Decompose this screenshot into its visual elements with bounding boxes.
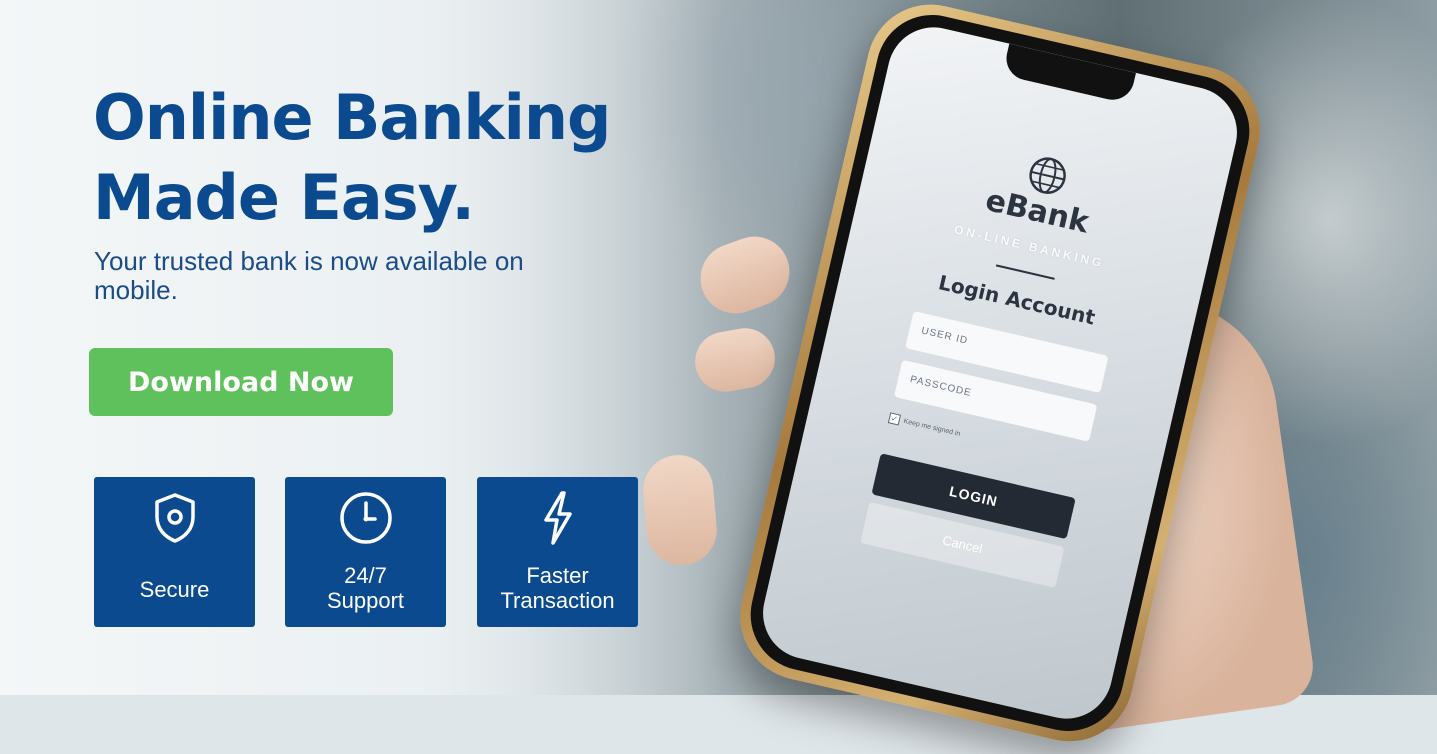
feature-tile-faster-transaction: Faster Transaction xyxy=(477,477,638,627)
shield-icon xyxy=(154,493,195,543)
hero-subtitle: Your trusted bank is now available on mo… xyxy=(94,246,524,305)
feature-tile-secure: Secure xyxy=(94,477,255,627)
phone-divider xyxy=(995,264,1055,280)
download-now-button[interactable]: Download Now xyxy=(89,348,393,416)
phone-keep-signed-in: ✓ Keep me signed in xyxy=(887,412,962,439)
feature-label: Faster Transaction xyxy=(500,563,615,613)
hero-title: Online Banking Made Easy. xyxy=(93,78,611,238)
feature-tile-support: 24/7 Support xyxy=(285,477,446,627)
clock-icon xyxy=(339,492,392,544)
phone-keep-signed-in-label: Keep me signed in xyxy=(902,417,961,438)
hero-title-line-2: Made Easy. xyxy=(93,161,475,234)
feature-label: Secure xyxy=(139,577,210,602)
hero-title-line-1: Online Banking xyxy=(93,81,611,154)
checkbox-icon: ✓ xyxy=(887,412,902,426)
lightning-icon xyxy=(543,491,572,545)
feature-label: 24/7 Support xyxy=(326,563,405,613)
